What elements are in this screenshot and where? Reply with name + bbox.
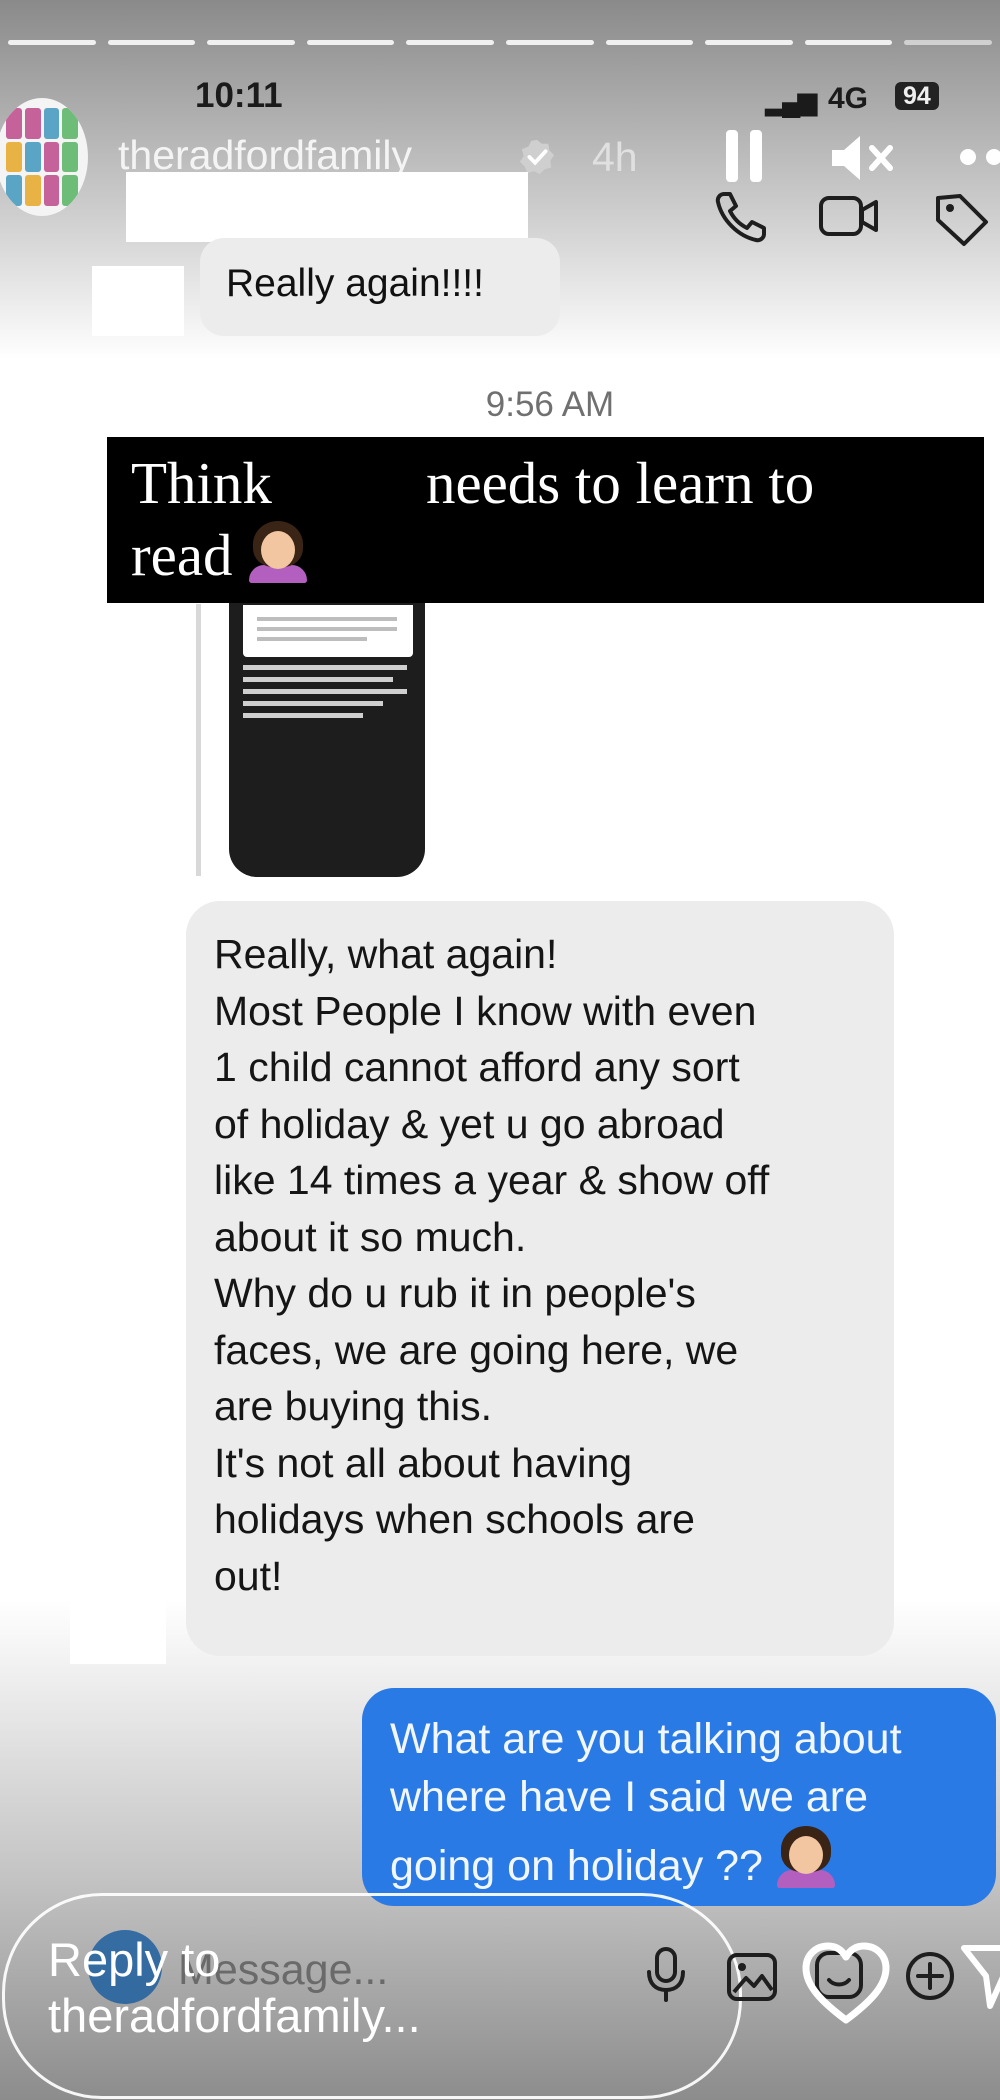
story-caption: Think needs to learn to read <box>107 437 984 603</box>
story-progress-segment <box>8 40 96 45</box>
status-time: 10:11 <box>195 76 283 115</box>
facepalm-emoji <box>247 521 309 583</box>
reply-indicator-line <box>196 604 201 876</box>
caption-text: Think <box>131 450 272 516</box>
pause-icon[interactable] <box>722 128 766 184</box>
verified-icon <box>519 139 555 175</box>
send-icon[interactable] <box>960 1940 1000 2012</box>
gallery-icon[interactable] <box>726 1952 778 2002</box>
story-progress-segment <box>406 40 494 45</box>
story-sticker <box>243 605 413 657</box>
message-line: about it so much. <box>214 1213 527 1260</box>
caption-text: needs to learn to <box>425 450 815 516</box>
story-progress <box>8 40 992 48</box>
message-line: It's not all about having <box>214 1439 633 1486</box>
story-progress-segment <box>306 40 395 45</box>
message-line: are buying this. <box>214 1383 493 1429</box>
story-progress-segment <box>505 40 594 45</box>
status-bar: 10:11 ▂▄▆ 4G 94 <box>0 72 1000 122</box>
message-line: going on holiday ?? <box>390 1842 763 1890</box>
story-progress-segment <box>804 40 893 45</box>
message-line: Really, what again! <box>214 931 558 977</box>
message-line: What are you talking about <box>390 1715 902 1763</box>
reply-to-line: Reply to <box>48 1933 221 1986</box>
video-icon[interactable] <box>818 192 880 240</box>
more-icon[interactable] <box>958 145 1000 169</box>
signal-icon: ▂▄▆ <box>765 86 817 116</box>
story-progress-segment <box>207 40 295 45</box>
redaction-box <box>70 1600 166 1664</box>
story-progress-segment <box>705 40 793 45</box>
message-line: of holiday & yet u go abroad <box>214 1100 725 1147</box>
story-progress-segment <box>107 40 196 45</box>
heart-icon[interactable] <box>800 1940 892 2026</box>
story-screen: 10:11 ▂▄▆ 4G 94 theradfordfamily 4h Real… <box>0 0 1000 2100</box>
battery-indicator: 94 <box>895 82 939 110</box>
message-line: Why do u rub it in people's <box>214 1270 696 1316</box>
plus-icon[interactable] <box>904 1950 956 2002</box>
message-line: where have I said we are <box>390 1773 869 1821</box>
redaction-box <box>126 172 528 242</box>
story-progress-segment-current <box>904 40 992 45</box>
story-reply-thumbnail[interactable] <box>229 603 425 877</box>
message-timestamp: 9:56 AM <box>485 385 615 424</box>
tag-icon[interactable] <box>932 190 990 248</box>
redaction-box <box>92 266 184 336</box>
outgoing-message-text: What are you talking about where have I … <box>390 1710 980 1895</box>
facepalm-emoji <box>775 1826 837 1888</box>
reply-to-label[interactable]: Reply to theradfordfamily... <box>48 1932 421 2044</box>
message-line: faces, we are going here, we <box>214 1326 739 1373</box>
network-type: 4G <box>828 82 869 115</box>
reply-to-username: theradfordfamily... <box>48 1989 421 2042</box>
story-post-time: 4h <box>592 134 638 180</box>
mic-icon[interactable] <box>644 1946 688 2004</box>
message-line: like 14 times a year & show off <box>214 1157 770 1203</box>
story-progress-segment <box>605 40 694 45</box>
profile-avatar[interactable] <box>0 98 88 216</box>
message-line: Most People I know with even <box>214 987 757 1034</box>
message-line: out! <box>214 1552 283 1599</box>
incoming-message-text: Really again!!!! <box>226 262 484 305</box>
message-line: holidays when schools are <box>214 1496 695 1542</box>
phone-icon[interactable] <box>712 188 770 246</box>
caption-text: read <box>131 522 233 588</box>
message-line: 1 child cannot afford any sort <box>214 1044 740 1090</box>
incoming-message-text: Really, what again! Most People I know w… <box>214 926 884 1604</box>
mute-icon[interactable] <box>828 130 898 186</box>
